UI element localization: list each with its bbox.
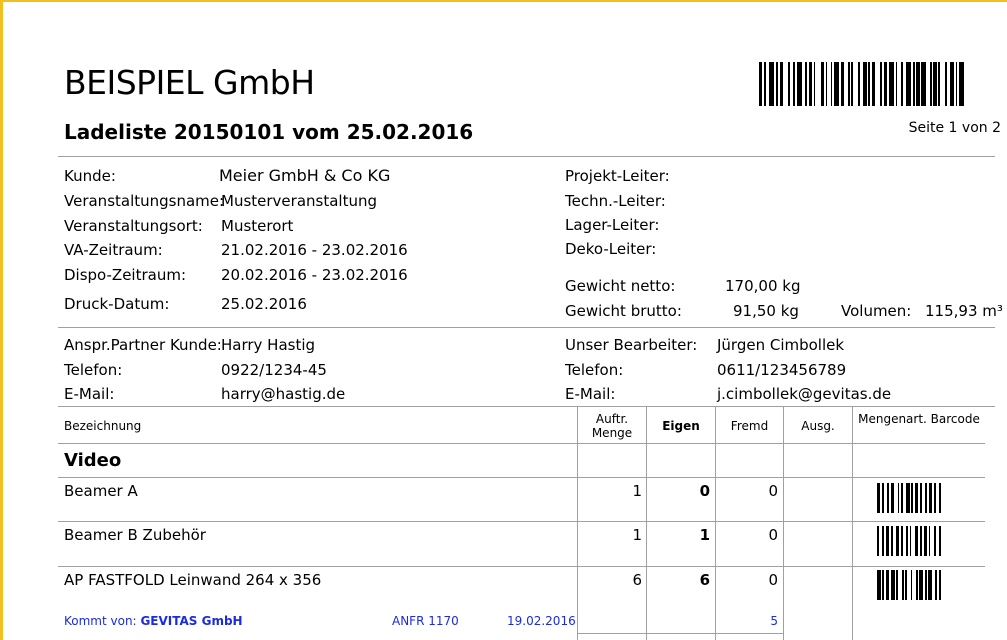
group-video: Video bbox=[64, 450, 122, 471]
source-qty: 5 bbox=[770, 614, 778, 628]
row-barcode bbox=[877, 526, 941, 556]
th-ausg: Ausg. bbox=[801, 419, 835, 433]
row-name: Beamer A bbox=[64, 482, 138, 500]
value-anspr-partner: Harry Hastig bbox=[221, 336, 316, 354]
value-veranstaltungsname: Musterveranstaltung bbox=[221, 192, 377, 210]
row-line-1 bbox=[58, 521, 985, 522]
value-telefon-bearbeiter: 0611/123456789 bbox=[717, 361, 847, 379]
value-email-bearbeiter: j.cimbollek@gevitas.de bbox=[717, 385, 892, 403]
divider-header bbox=[58, 156, 995, 157]
source-date: 19.02.2016 bbox=[507, 614, 576, 628]
row-auftr: 6 bbox=[632, 571, 642, 589]
value-volumen: 115,93 m³ bbox=[925, 302, 1003, 320]
row-fremd: 0 bbox=[768, 526, 778, 544]
value-gewicht-brutto: 91,50 kg bbox=[733, 302, 799, 320]
row-name: Beamer B Zubehör bbox=[64, 526, 206, 544]
label-email-bearbeiter: E-Mail: bbox=[565, 385, 616, 403]
subtotal-line bbox=[577, 633, 784, 634]
row-name: AP FASTFOLD Leinwand 264 x 356 bbox=[64, 571, 322, 589]
th-fremd: Fremd bbox=[730, 419, 769, 433]
row-eigen: 0 bbox=[699, 482, 710, 500]
label-telefon-bearbeiter: Telefon: bbox=[565, 361, 624, 379]
label-druck-datum: Druck-Datum: bbox=[64, 295, 170, 313]
row-barcode bbox=[877, 483, 941, 513]
page-info: Seite 1 von 2 bbox=[908, 120, 1001, 136]
header-barcode bbox=[759, 62, 965, 106]
source-company: GEVITAS GmbH bbox=[140, 614, 243, 628]
row-auftr: 1 bbox=[632, 526, 642, 544]
col-line-2 bbox=[646, 407, 647, 640]
value-email-kunde: harry@hastig.de bbox=[221, 385, 346, 403]
label-gewicht-brutto: Gewicht brutto: bbox=[565, 302, 682, 320]
col-line-5 bbox=[852, 407, 853, 640]
barcode-bar bbox=[939, 526, 941, 556]
value-gewicht-netto: 170,00 kg bbox=[725, 277, 801, 295]
label-email-kunde: E-Mail: bbox=[64, 385, 115, 403]
group-line bbox=[58, 477, 985, 478]
label-va-zeitraum: VA-Zeitraum: bbox=[64, 241, 163, 259]
barcode-bar bbox=[938, 570, 941, 600]
row-eigen: 6 bbox=[699, 571, 710, 589]
document-title: Ladeliste 20150101 vom 25.02.2016 bbox=[64, 120, 474, 144]
label-gewicht-netto: Gewicht netto: bbox=[565, 277, 676, 295]
value-kunde: Meier GmbH & Co KG bbox=[219, 166, 391, 185]
th-eigen: Eigen bbox=[662, 419, 700, 433]
row-auftr: 1 bbox=[632, 482, 642, 500]
company-name: BEISPIEL GmbH bbox=[64, 63, 315, 102]
value-veranstaltungsort: Musterort bbox=[221, 217, 294, 235]
th-bezeichnung: Bezeichnung bbox=[64, 419, 142, 433]
label-deko-leiter: Deko-Leiter: bbox=[565, 240, 657, 258]
barcode-bar bbox=[939, 483, 941, 513]
label-anspr-partner: Anspr.Partner Kunde: bbox=[64, 336, 222, 354]
col-line-1 bbox=[577, 407, 578, 640]
table-header-line bbox=[58, 443, 985, 444]
row-barcode bbox=[877, 570, 941, 600]
label-telefon-kunde: Telefon: bbox=[64, 361, 123, 379]
source-prefix: Kommt von: bbox=[64, 614, 137, 628]
label-veranstaltungsort: Veranstaltungsort: bbox=[64, 217, 203, 235]
row-fremd: 0 bbox=[768, 482, 778, 500]
value-va-zeitraum: 21.02.2016 - 23.02.2016 bbox=[221, 241, 408, 259]
th-mengenart-barcode: Mengenart. Barcode bbox=[858, 412, 980, 426]
divider-contacts bbox=[58, 406, 995, 407]
value-druck-datum: 25.02.2016 bbox=[221, 295, 307, 313]
value-unser-bearbeiter: Jürgen Cimbollek bbox=[717, 336, 845, 354]
label-volumen: Volumen: bbox=[841, 302, 912, 320]
label-kunde: Kunde: bbox=[64, 167, 116, 185]
source-ref: ANFR 1170 bbox=[392, 614, 459, 628]
label-veranstaltungsname: Veranstaltungsname: bbox=[64, 192, 225, 210]
row-eigen: 1 bbox=[699, 526, 710, 544]
row-fremd: 0 bbox=[768, 571, 778, 589]
barcode-bar bbox=[958, 62, 965, 106]
divider-info bbox=[58, 327, 995, 328]
th-auftr-menge: Auftr. Menge bbox=[591, 412, 633, 440]
source-note: Kommt von: GEVITAS GmbH bbox=[64, 614, 243, 628]
col-line-4 bbox=[783, 407, 784, 640]
label-projekt-leiter: Projekt-Leiter: bbox=[565, 167, 670, 185]
label-dispo-zeitraum: Dispo-Zeitraum: bbox=[64, 266, 187, 284]
col-line-3 bbox=[715, 407, 716, 640]
label-unser-bearbeiter: Unser Bearbeiter: bbox=[565, 336, 698, 354]
label-techn-leiter: Techn.-Leiter: bbox=[565, 192, 666, 210]
value-dispo-zeitraum: 20.02.2016 - 23.02.2016 bbox=[221, 266, 408, 284]
value-telefon-kunde: 0922/1234-45 bbox=[221, 361, 327, 379]
label-lager-leiter: Lager-Leiter: bbox=[565, 216, 660, 234]
row-line-2 bbox=[58, 566, 985, 567]
